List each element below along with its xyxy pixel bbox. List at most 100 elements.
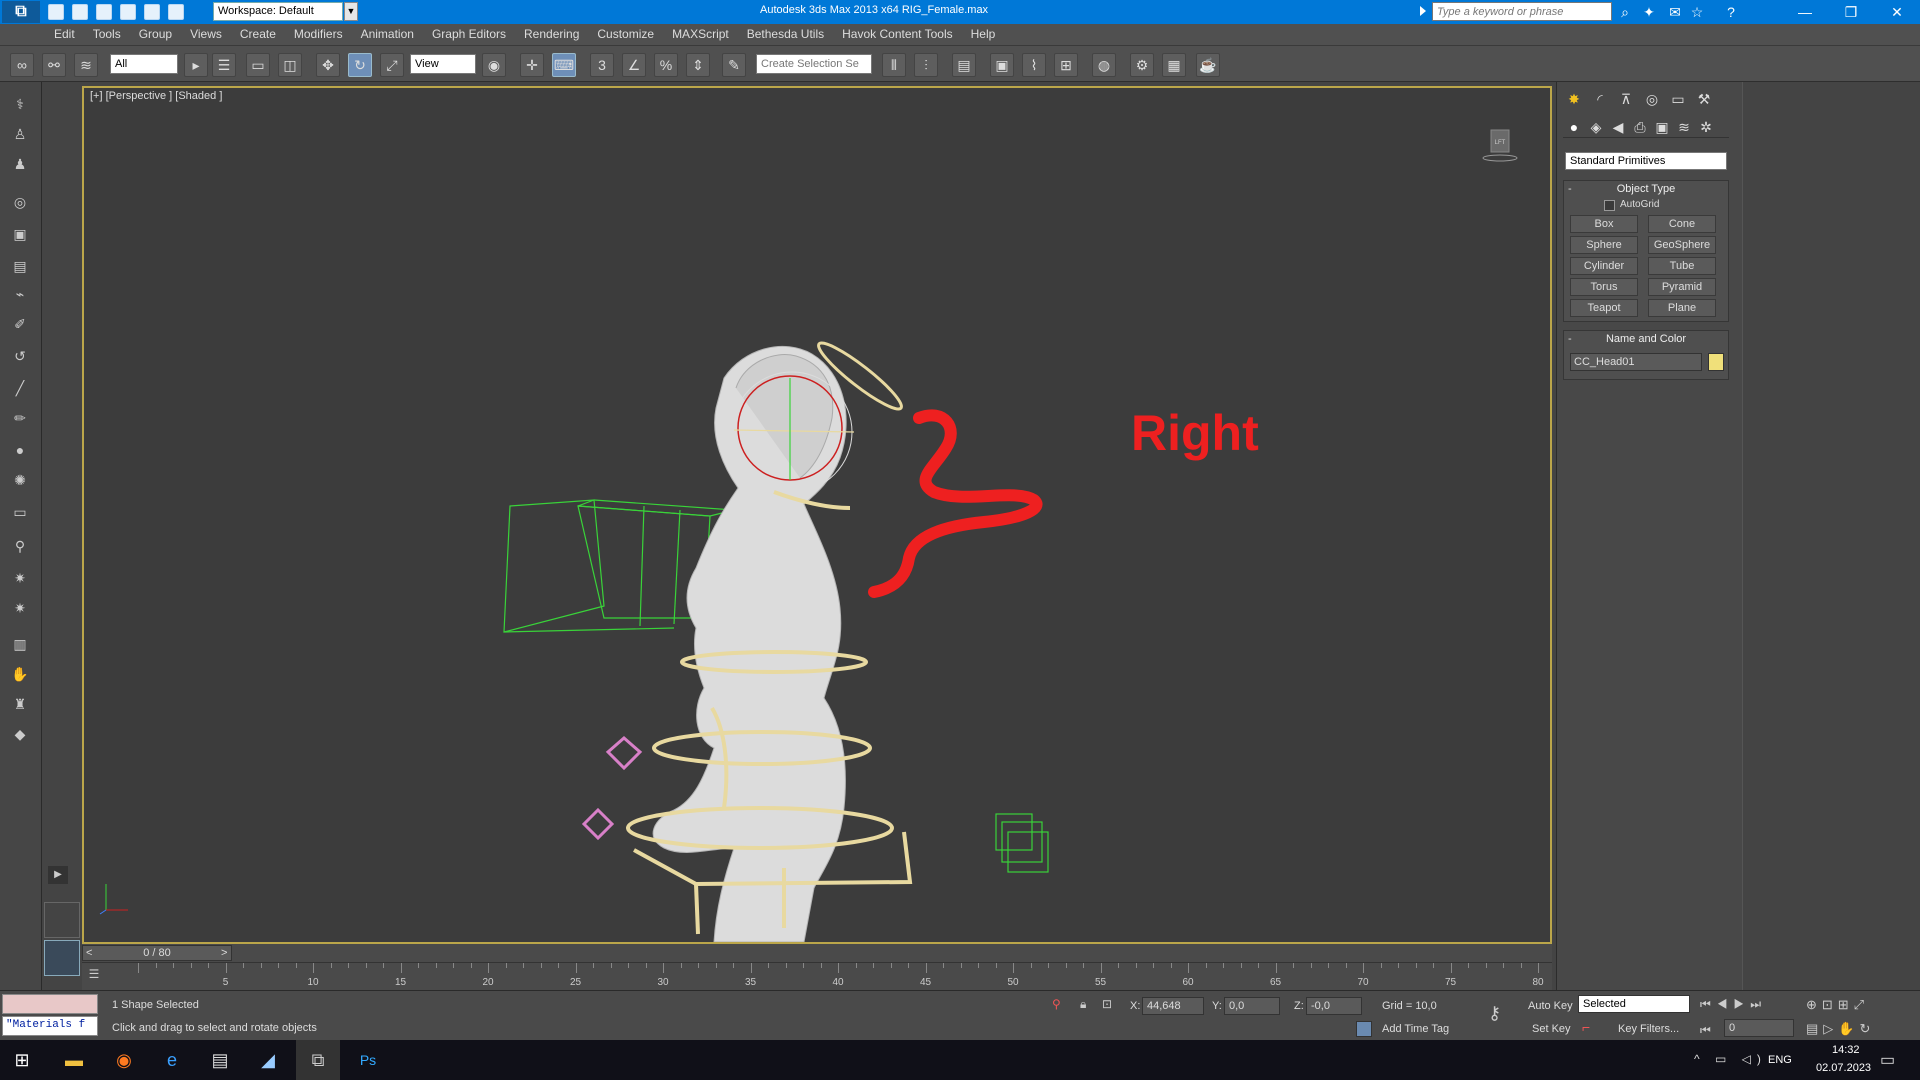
photoshop-icon[interactable]: Ps	[346, 1040, 390, 1080]
bone-yellow-icon[interactable]: ⚲	[7, 534, 33, 558]
primitive-category-select[interactable]: Standard Primitives	[1565, 152, 1727, 170]
rect-selection-icon[interactable]: ▭	[246, 53, 270, 77]
curve-editor-icon[interactable]: ⌇	[1022, 53, 1046, 77]
pivot-center-icon[interactable]: ◉	[482, 53, 506, 77]
key-tangent-icon[interactable]: ⌐	[1582, 1019, 1590, 1035]
undo-icon[interactable]	[120, 4, 136, 20]
search-input[interactable]: Type a keyword or phrase	[1432, 2, 1612, 21]
open-file-icon[interactable]	[72, 4, 88, 20]
absolute-mode-icon[interactable]: ⊡	[1102, 997, 1112, 1011]
bind-spacewarp-icon[interactable]: ≋	[74, 53, 98, 77]
female-body-mesh[interactable]	[652, 346, 847, 942]
object-name-input[interactable]: CC_Head01	[1570, 353, 1702, 371]
reference-coord-select[interactable]: View	[410, 54, 476, 74]
time-slider[interactable]: < 0 / 80 >	[82, 944, 1552, 962]
3dsmax-taskbar-icon[interactable]: ⧉	[296, 1040, 340, 1080]
rig-tool-icon[interactable]: ◎	[7, 190, 33, 214]
keyboard-shortcut-icon[interactable]: ⌨	[552, 53, 576, 77]
track-bar[interactable]: ☰ 5 10 15 20 25 30 35 40 45 50 55 60 65 70 75 80	[82, 962, 1552, 990]
key-filters-button[interactable]: Key Filters...	[1618, 1023, 1679, 1035]
menu-modifiers[interactable]: Modifiers	[294, 27, 343, 41]
menu-views[interactable]: Views	[190, 27, 222, 41]
name-color-header[interactable]: - Name and Color	[1564, 331, 1728, 347]
brush-tool-icon[interactable]: ✏	[7, 406, 33, 430]
object-type-header[interactable]: - Object Type	[1564, 181, 1728, 197]
mirror-icon[interactable]: ⫴	[882, 53, 906, 77]
language-indicator[interactable]: ENG	[1768, 1054, 1792, 1066]
viewport-nav-controls-2[interactable]: ▤▷✋↻	[1806, 1021, 1875, 1037]
x-coord-input[interactable]: 44,648	[1142, 997, 1204, 1015]
time-next[interactable]: >	[221, 946, 227, 960]
spacewarps-icon[interactable]: ≋	[1673, 116, 1695, 138]
helpers-icon[interactable]: ▣	[1651, 116, 1673, 138]
motion-tab-icon[interactable]: ◎	[1641, 88, 1663, 110]
mini-curve-editor-icon[interactable]: ☰	[82, 967, 106, 987]
menu-tools[interactable]: Tools	[93, 27, 121, 41]
unlink-icon[interactable]: ⚯	[42, 53, 66, 77]
app-icon[interactable]: ◢	[246, 1040, 290, 1080]
rd-tool-icon[interactable]: ▣	[7, 222, 33, 246]
start-icon[interactable]: ⊞	[0, 1040, 44, 1080]
material-editor-icon[interactable]: ◍	[1092, 53, 1116, 77]
time-prev[interactable]: <	[86, 946, 92, 960]
playback-controls[interactable]: ⏮◀▶⏭	[1700, 997, 1767, 1012]
menu-bethesda-utils[interactable]: Bethesda Utils	[747, 27, 824, 41]
rotate-icon[interactable]: ↻	[348, 53, 372, 77]
isolate-icon[interactable]: ⚲	[1052, 997, 1061, 1011]
z-coord-input[interactable]: -0,0	[1306, 997, 1362, 1015]
viewport-layout-icon[interactable]	[44, 902, 80, 938]
menu-help[interactable]: Help	[971, 27, 996, 41]
time-tag-icon[interactable]	[1356, 1021, 1372, 1037]
maxscript-input[interactable]: "Materials f	[2, 1016, 98, 1036]
percent-snap-icon[interactable]: %	[654, 53, 678, 77]
menu-havok-content-tools[interactable]: Havok Content Tools	[842, 27, 953, 41]
skin-tool-icon[interactable]: ♟	[7, 152, 33, 176]
clock-date[interactable]: 02.07.2023	[1816, 1062, 1871, 1074]
minimize-icon[interactable]: —	[1782, 0, 1828, 24]
hand-tool-icon[interactable]: ✋	[7, 662, 33, 686]
perspective-viewport[interactable]: [+] [Perspective ] [Shaded ] LFT	[82, 86, 1552, 944]
favorites-star-icon[interactable]: ☆	[1688, 3, 1706, 21]
wire-tool-icon[interactable]: ⌁	[7, 282, 33, 306]
add-time-tag-button[interactable]: Add Time Tag	[1382, 1023, 1449, 1035]
align-icon[interactable]: ⫶	[914, 53, 938, 77]
star-tool-icon[interactable]: ✷	[7, 566, 33, 590]
star-tool-2-icon[interactable]: ✷	[7, 596, 33, 620]
menu-create[interactable]: Create	[240, 27, 276, 41]
rb-tool-icon[interactable]: ▤	[7, 254, 33, 278]
menu-rendering[interactable]: Rendering	[524, 27, 579, 41]
select-by-name-icon[interactable]: ☰	[212, 53, 236, 77]
layer-manager-icon[interactable]: ▤	[952, 53, 976, 77]
create-tab-icon[interactable]: ✸	[1563, 88, 1585, 110]
lock-selection-icon[interactable]: 🔒︎	[1080, 997, 1086, 1012]
project-folder-icon[interactable]	[168, 4, 184, 20]
viewport-nav-controls[interactable]: ⊕⊡⊞⤢	[1806, 997, 1869, 1013]
expand-panel-icon[interactable]: ▶	[48, 866, 68, 884]
current-frame-input[interactable]: 0	[1724, 1019, 1794, 1037]
file-explorer-icon[interactable]: ▬	[52, 1040, 96, 1080]
menu-maxscript[interactable]: MAXScript	[672, 27, 729, 41]
save-file-icon[interactable]	[96, 4, 112, 20]
maxscript-listener-mini[interactable]	[2, 994, 98, 1014]
set-key-button[interactable]: Set Key	[1532, 1023, 1571, 1035]
link-icon[interactable]: ∞	[10, 53, 34, 77]
named-selection-set-select[interactable]: Create Selection Se	[756, 54, 872, 74]
shapes-icon[interactable]: ◈	[1585, 116, 1607, 138]
cameras-icon[interactable]: ⎙	[1629, 116, 1651, 138]
gear-tool-icon[interactable]: ✺	[7, 468, 33, 492]
key-mode-icon[interactable]: ⏮	[1700, 1023, 1711, 1038]
chart-tool-icon[interactable]: ▥	[7, 632, 33, 656]
purple-tool-icon[interactable]: ◆	[7, 722, 33, 746]
render-setup-icon[interactable]: ⚙	[1130, 53, 1154, 77]
manipulate-icon[interactable]: ✛	[520, 53, 544, 77]
menu-edit[interactable]: Edit	[54, 27, 75, 41]
autogrid-checkbox[interactable]	[1604, 200, 1615, 211]
box-button[interactable]: Box	[1570, 215, 1638, 233]
rendered-frame-icon[interactable]: ▦	[1162, 53, 1186, 77]
render-teapot-icon[interactable]: ☕	[1196, 53, 1220, 77]
restore-icon[interactable]: ❐	[1828, 0, 1874, 24]
bone-tool-icon[interactable]: ⚕	[7, 92, 33, 116]
cone-button[interactable]: Cone	[1648, 215, 1716, 233]
geometry-icon[interactable]: ●	[1563, 116, 1585, 138]
sphere-tool-icon[interactable]: ●	[7, 438, 33, 462]
